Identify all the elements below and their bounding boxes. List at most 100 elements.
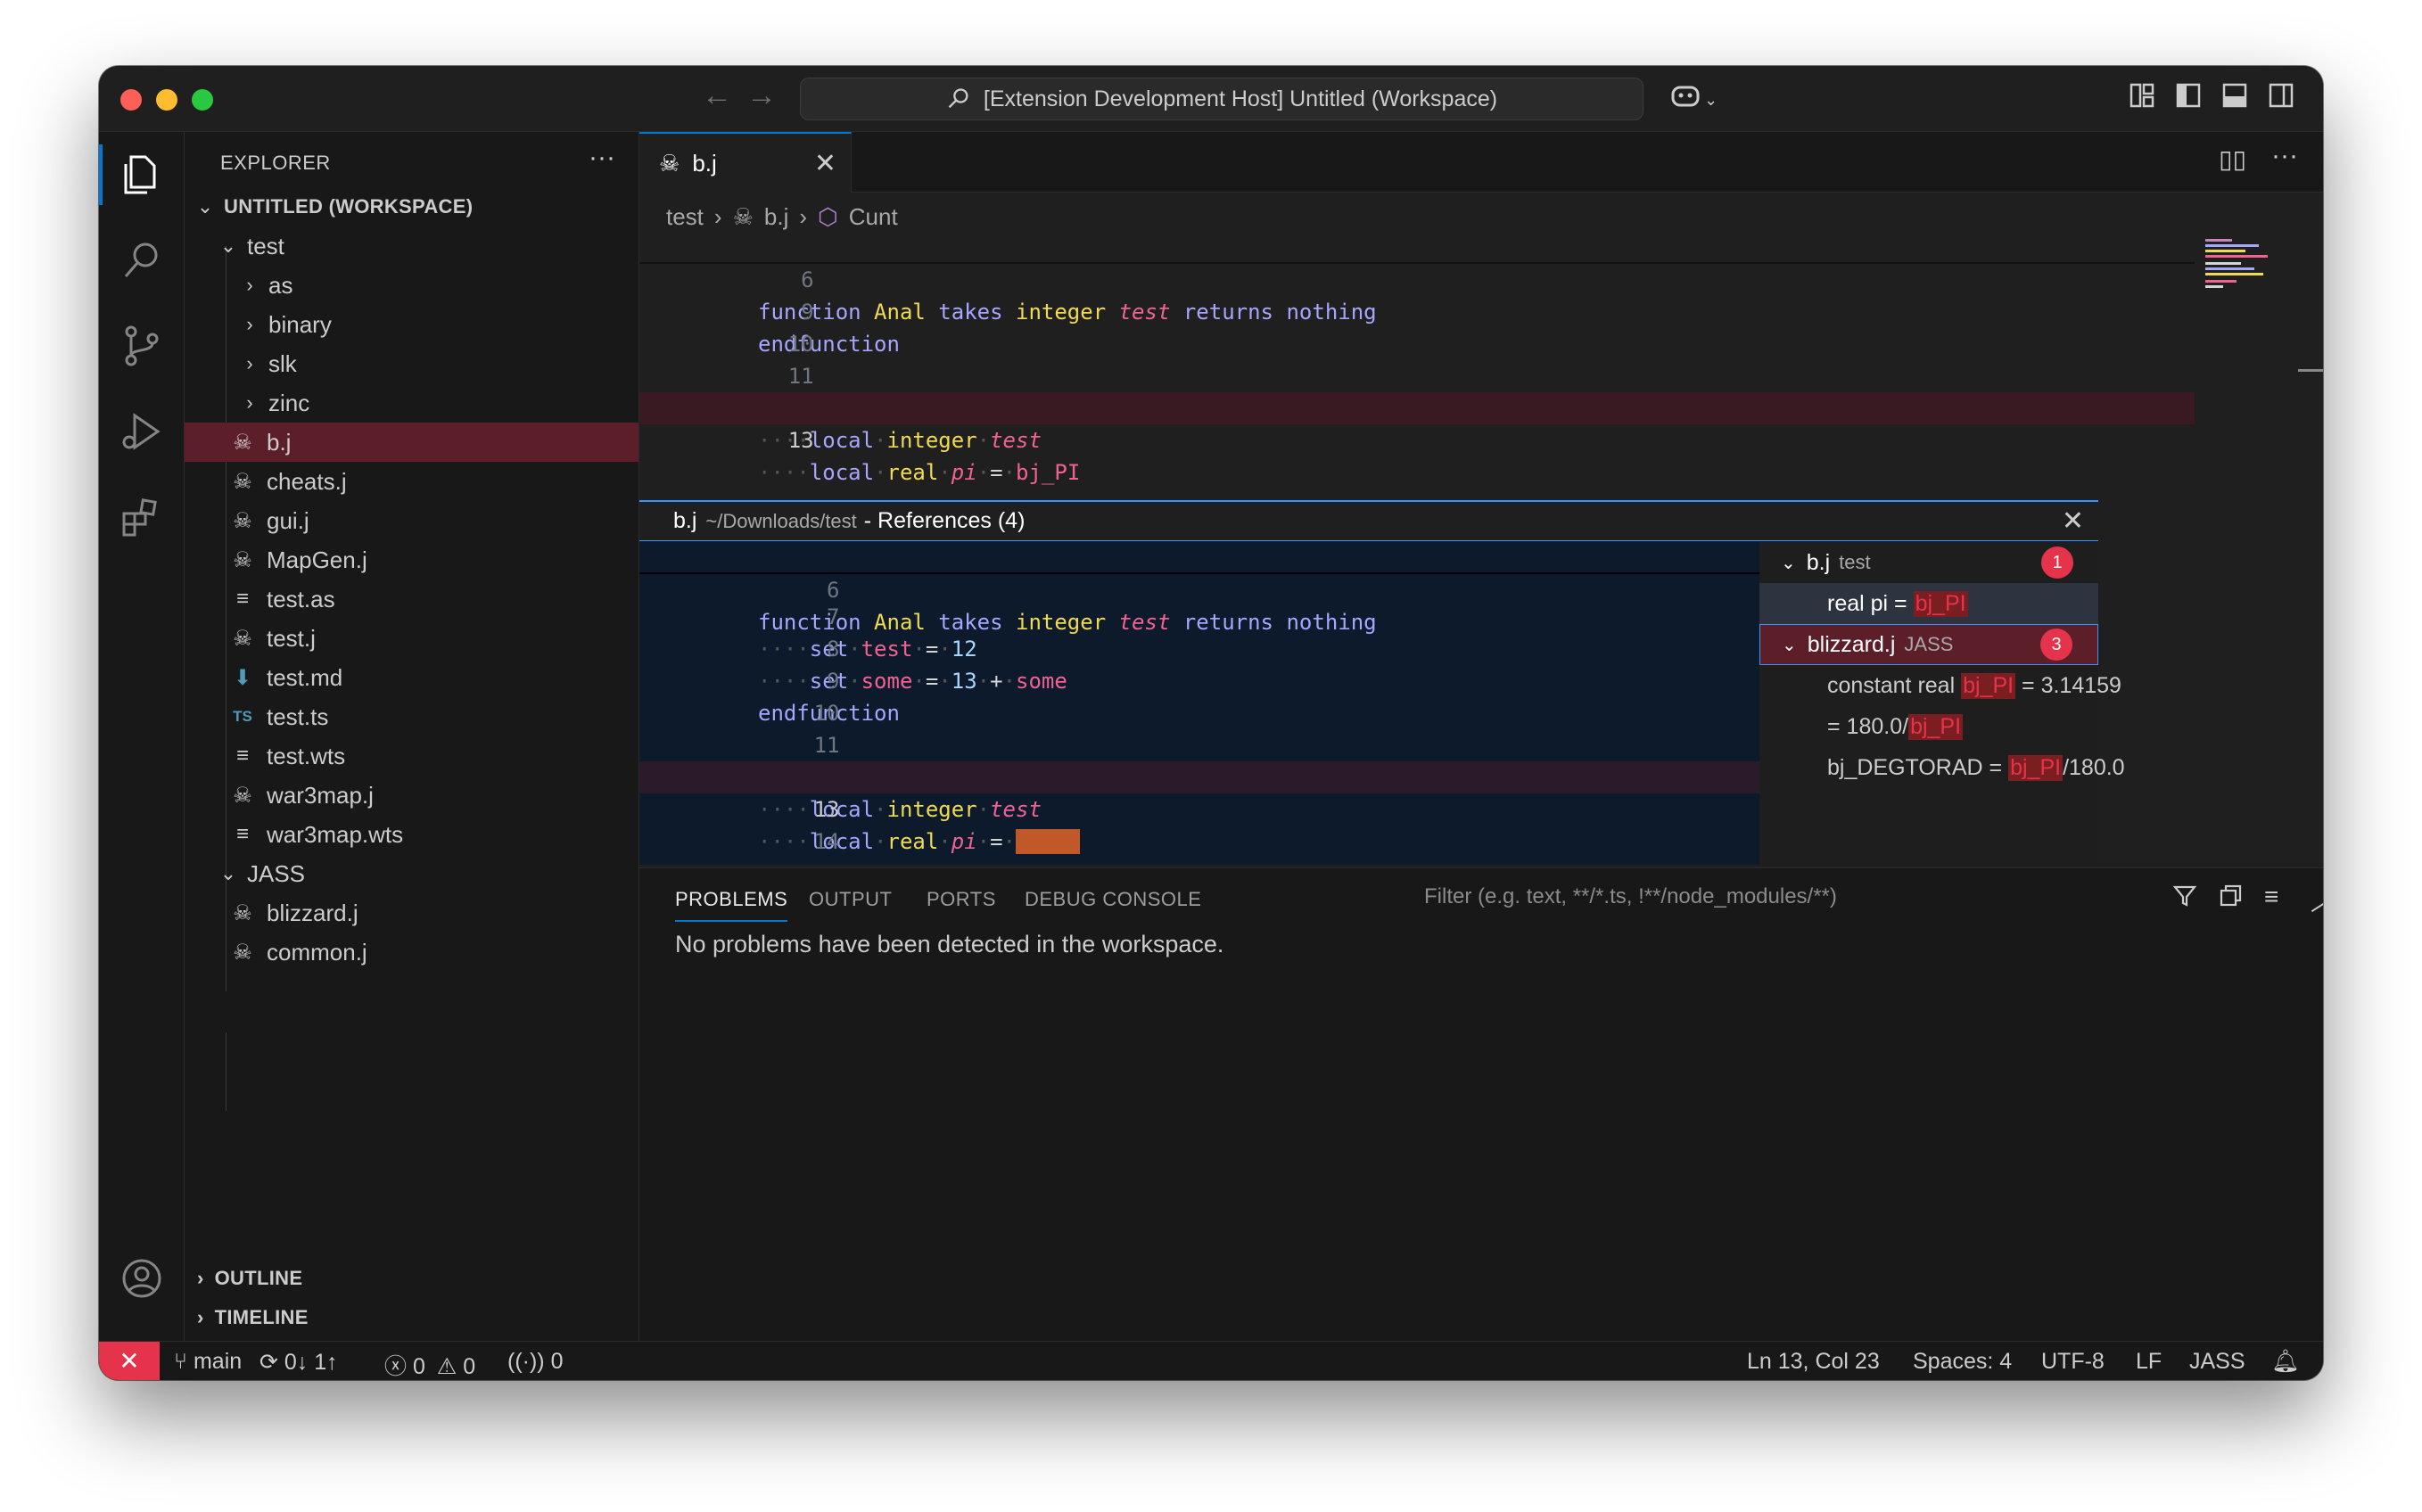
sync-status[interactable]: ⟳ 0↓ 1↑ (260, 1349, 338, 1376)
chevron-right-icon: › (799, 202, 808, 230)
tree-folder-as[interactable]: › as (185, 266, 638, 305)
extensions-icon[interactable] (99, 474, 185, 560)
language-mode[interactable]: JASS (2189, 1349, 2245, 1375)
reference-count-badge: 3 (2040, 629, 2072, 661)
problems-status[interactable]: ⓧ 0 ⚠ 0 (384, 1349, 475, 1380)
skull-file-icon: ☠ (233, 940, 252, 965)
tab-debug-console[interactable]: DEBUG CONSOLE (1025, 888, 1201, 911)
outline-section[interactable]: › OUTLINE (185, 1259, 638, 1298)
maximize-panel-icon[interactable]: ︿ (2311, 883, 2323, 918)
tree-file-war3map-wts[interactable]: ≡ war3map.wts (185, 815, 638, 854)
reference-group[interactable]: ⌄ b.j test 1 (1759, 542, 2098, 583)
timeline-section[interactable]: › TIMELINE (185, 1298, 638, 1337)
collapse-all-icon[interactable] (2218, 883, 2245, 916)
chevron-right-icon: › (713, 202, 722, 230)
reference-item[interactable]: bj_DEGTORAD = bj_PI/180.0 (1759, 747, 2125, 788)
split-editor-icon[interactable]: ▯▯ (2219, 144, 2246, 174)
remote-indicator-icon[interactable]: ✕ (99, 1341, 160, 1380)
view-as-list-icon[interactable]: ≡ (2264, 883, 2278, 911)
more-actions-icon[interactable]: ··· (589, 143, 615, 173)
indentation[interactable]: Spaces: 4 (1913, 1349, 2012, 1375)
git-branch-icon: ⑂ (174, 1349, 188, 1374)
tree-folder-slk[interactable]: › slk (185, 344, 638, 383)
symbol-method-icon: ⬡ (818, 202, 838, 230)
reference-item[interactable]: = 180.0/bj_PI (1759, 706, 2098, 747)
window-maximize-button[interactable] (192, 89, 213, 111)
command-center[interactable]: [Extension Development Host] Untitled (W… (800, 78, 1644, 120)
toggle-sidebar-icon[interactable] (2175, 82, 2202, 116)
tree-folder-binary[interactable]: › binary (185, 305, 638, 344)
tab-ports[interactable]: PORTS (927, 888, 996, 911)
minimap[interactable] (2198, 232, 2323, 499)
tree-file-common-j[interactable]: ☠ common.j (185, 933, 638, 972)
close-icon[interactable]: ✕ (2062, 505, 2084, 537)
accounts-icon[interactable] (99, 1236, 185, 1321)
code-line: 12 ····local·integer·test (758, 765, 1042, 822)
end-of-line[interactable]: LF (2136, 1349, 2162, 1375)
tab-b-j[interactable]: ☠ b.j ✕ (639, 132, 852, 193)
peek-references-body: 6 function Anal takes integer test retur… (639, 542, 2125, 865)
tree-file-b-j[interactable]: ☠ b.j (185, 423, 638, 462)
tree-file-gui-j[interactable]: ☠ gui.j (185, 501, 638, 540)
tree-file-test-as[interactable]: ≡ test.as (185, 579, 638, 619)
filter-icon[interactable] (2171, 883, 2198, 916)
error-icon: ⓧ (384, 1354, 408, 1379)
customize-layout-icon[interactable] (2129, 82, 2155, 116)
tree-file-blizzard-j[interactable]: ☠ blizzard.j (185, 893, 638, 933)
more-actions-icon[interactable]: ··· (2271, 141, 2298, 171)
breadcrumb-item[interactable]: b.j (764, 203, 788, 231)
search-icon[interactable] (99, 218, 185, 303)
problems-filter-input[interactable]: Filter (e.g. text, **/*.ts, !**/node_mod… (1424, 884, 1837, 909)
breadcrumb-item[interactable]: Cunt (849, 203, 898, 231)
reference-group[interactable]: ⌄ blizzard.j JASS 3 (1759, 624, 2098, 665)
reference-item[interactable]: constant real bj_PI = 3.14159 (1759, 665, 2121, 706)
vscode-window: ← → [Extension Development Host] Untitle… (99, 66, 2323, 1380)
tab-output[interactable]: OUTPUT (809, 888, 892, 911)
code-line: 16 ····call·Anal() (639, 858, 1759, 865)
tree-file-test-ts[interactable]: TS test.ts (185, 697, 638, 736)
bell-icon[interactable]: 🔔︎ (2271, 1349, 2300, 1375)
chevron-down-icon[interactable]: ⌄ (1704, 91, 1718, 110)
tree-file-test-md[interactable]: ⬇ test.md (185, 658, 638, 697)
toggle-panel-icon[interactable] (2221, 82, 2248, 116)
workspace-header[interactable]: ⌄ UNTITLED (WORKSPACE) (185, 187, 638, 226)
warning-icon: ⚠ (436, 1354, 457, 1379)
breadcrumb-item[interactable]: test (666, 203, 704, 231)
tree-folder-zinc[interactable]: › zinc (185, 383, 638, 423)
tree-file-test-wts[interactable]: ≡ test.wts (185, 736, 638, 776)
forward-arrow-icon[interactable]: → (746, 78, 777, 113)
encoding[interactable]: UTF-8 (2041, 1349, 2105, 1375)
code-line: 14 ····set·test·=·12 (758, 829, 977, 865)
tree-file-test-j[interactable]: ☠ test.j (185, 619, 638, 658)
close-icon[interactable]: ✕ (814, 148, 836, 179)
copilot-icon[interactable] (1670, 82, 1701, 116)
sync-icon: ⟳ (260, 1350, 278, 1375)
chevron-right-icon: › (197, 1267, 204, 1289)
tree-file-war3map-j[interactable]: ☠ war3map.j (185, 776, 638, 815)
text-file-icon: ≡ (235, 744, 249, 768)
source-control-icon[interactable] (99, 303, 185, 389)
window-close-button[interactable] (120, 89, 142, 111)
back-arrow-icon[interactable]: ← (702, 78, 732, 113)
references-tree: ⌄ b.j test 1 real pi = bj_PI ⌄ blizzard.… (1759, 542, 2125, 865)
code-line: 15 ····set·some·=·13·+·test·+·some (639, 826, 1759, 865)
skull-file-icon: ☠ (732, 202, 754, 230)
ports-status[interactable]: ((·)) 0 (507, 1349, 564, 1375)
tree-file-cheats-j[interactable]: ☠ cheats.j (185, 462, 638, 501)
code-line: 11 function Cunt takes real test returns… (758, 364, 1338, 421)
run-debug-icon[interactable] (99, 389, 185, 474)
window-minimize-button[interactable] (156, 89, 177, 111)
tree-folder-test[interactable]: ⌄ test (185, 226, 638, 266)
peek-code-preview[interactable]: 6 function Anal takes integer test retur… (639, 542, 1759, 865)
tree-file-mapgen-j[interactable]: ☠ MapGen.j (185, 540, 638, 579)
toggle-secondary-sidebar-icon[interactable] (2268, 82, 2294, 116)
cursor-position[interactable]: Ln 13, Col 23 (1747, 1349, 1880, 1375)
tree-folder-jass[interactable]: ⌄ JASS (185, 854, 638, 893)
explorer-icon[interactable] (99, 132, 185, 218)
reference-item[interactable]: real pi = bj_PI (1759, 583, 2098, 624)
chevron-right-icon: › (246, 352, 253, 374)
explorer-sidebar: EXPLORER ··· ⌄ UNTITLED (WORKSPACE) ⌄ te… (185, 132, 639, 1341)
tab-problems[interactable]: PROBLEMS (675, 888, 788, 922)
skull-file-icon: ☠ (233, 430, 252, 455)
branch-status[interactable]: ⑂ main (174, 1349, 242, 1375)
